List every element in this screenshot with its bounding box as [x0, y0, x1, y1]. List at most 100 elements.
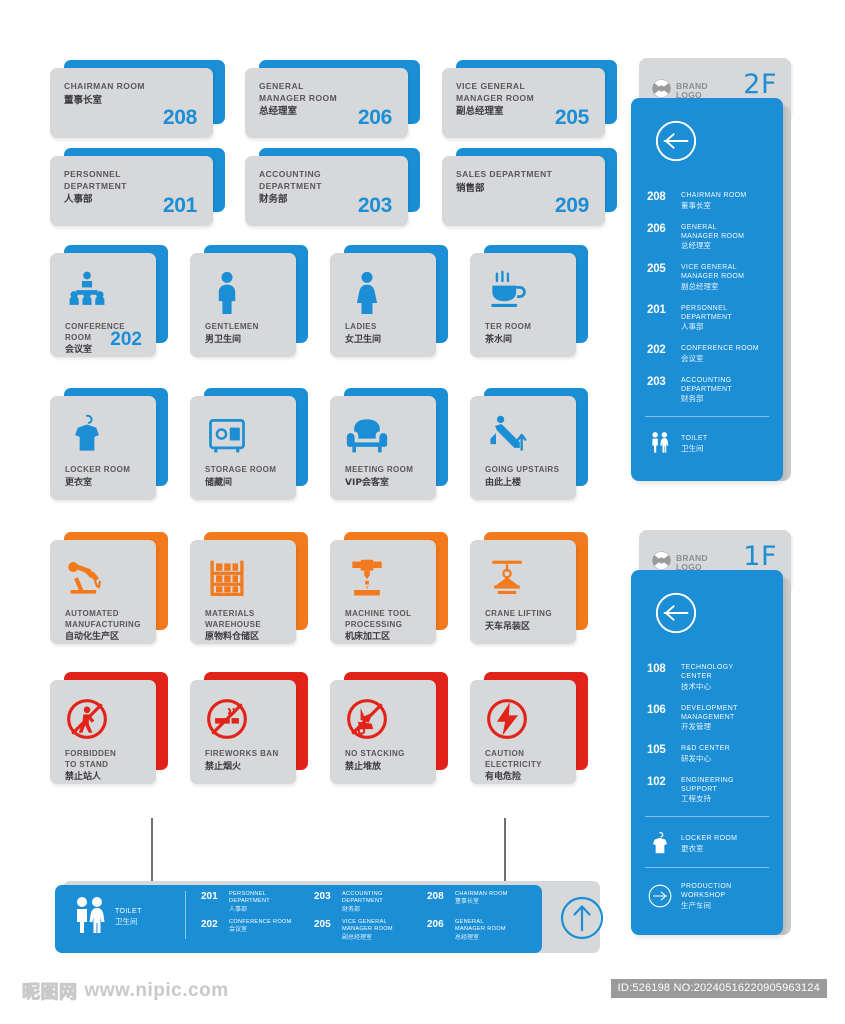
- directory-extra-en: LOCKER ROOM: [681, 835, 738, 843]
- no-stacking-icon: [345, 693, 436, 745]
- plate-face: STORAGE ROOM 储藏间: [190, 396, 296, 500]
- no-standing-icon: [65, 693, 156, 745]
- arrow-left-circle-icon: [653, 590, 783, 641]
- directory-room-number: 106: [647, 703, 666, 716]
- icon-plate-label-cn: 原物料仓储区: [205, 632, 260, 642]
- directory-separator: [645, 816, 769, 817]
- plate-face: CHAIRMAN ROOM 董事长室 208: [50, 68, 213, 138]
- icon-plate-number: 202: [110, 329, 142, 350]
- icon-plate: AUTOMATED MANUFACTURING 自动化生产区: [50, 532, 168, 644]
- watermark: 昵图网 www.nipic.com: [22, 978, 229, 1004]
- directory-room-cn: 工程支持: [681, 794, 711, 803]
- hanging-sign-entry: 201 PERSONNEL DEPARTMENT 人事部: [201, 891, 310, 916]
- directory-row: 106 DEVELOPMENT MANAGEMENT 开发管理: [647, 704, 771, 733]
- tower-body: 208 CHAIRMAN ROOM 董事长室 206 GENERAL MANAGE…: [631, 98, 783, 481]
- directory-room-en: R&D CENTER: [681, 745, 731, 752]
- hanging-entry-number: 205: [314, 919, 331, 930]
- watermark-url: www.nipic.com: [84, 980, 229, 1001]
- directory-room-cn: 人事部: [681, 322, 704, 331]
- plate-face: FIREWORKS BAN 禁止烟火: [190, 680, 296, 784]
- hanging-entry-cn: 会议室: [229, 926, 248, 934]
- tower-body: 108 TECHNOLOGY CENTER 技术中心 106 DEVELOPMEN…: [631, 570, 783, 935]
- icon-plate-label-en: GENTLEMEN: [205, 322, 259, 331]
- plate-face: CONFERENCE ROOM 会议室 202: [50, 253, 156, 357]
- woman-icon: [345, 266, 436, 318]
- directory-icon-row: PRODUCTION WORKSHOP 生产车间: [631, 882, 783, 911]
- directory-room-number: 203: [647, 375, 666, 388]
- warehouse-rack-icon: [205, 553, 296, 605]
- directory-row: 205 VICE GENERAL MANAGER ROOM 副总经理室: [647, 263, 771, 292]
- room-plate-number: 205: [554, 106, 589, 129]
- directory-icon-row: TOILET 卫生间: [631, 431, 783, 457]
- plate-face: CAUTION ELECTRICITY 有电危险: [470, 680, 576, 784]
- plate-face: MEETING ROOM VIP会客室: [330, 396, 436, 500]
- hanging-entry-number: 206: [427, 919, 444, 930]
- room-plate-label-en: SALES DEPARTMENT: [456, 169, 553, 179]
- directory-room-en: ENGINEERING SUPPORT: [681, 776, 734, 793]
- room-plate-label-en: VICE GENERAL MANAGER ROOM: [456, 81, 535, 103]
- icon-plate-label-cn: 禁止堆放: [345, 761, 382, 772]
- plate-face: SALES DEPARTMENT 销售部 209: [442, 156, 605, 226]
- room-plate-number: 201: [162, 194, 197, 217]
- directory-room-number: 206: [647, 222, 666, 235]
- directory-row: 206 GENERAL MANAGER ROOM 总经理室: [647, 223, 771, 252]
- icon-plate-label-en: FIREWORKS BAN: [205, 749, 279, 758]
- toilet-pair-icon: [647, 431, 681, 457]
- icon-plate-label-en: CRANE LIFTING: [485, 609, 552, 618]
- robot-arm-icon: [65, 553, 156, 605]
- no-fireworks-icon: [205, 693, 296, 745]
- directory-extra-en: TOILET: [681, 435, 708, 443]
- icon-plate-label-en: GOING UPSTAIRS: [485, 465, 560, 474]
- icon-plate-label-en: NO STACKING: [345, 749, 405, 758]
- plate-face: ACCOUNTING DEPARTMENT 财务部 203: [245, 156, 408, 226]
- icon-plate: NO STACKING 禁止堆放: [330, 672, 448, 784]
- hanging-sign-entry: 206 GENERAL MANAGER ROOM 总经理室: [427, 919, 536, 944]
- hanging-directory-sign: TOILET 卫生间 201 PERSONNEL DEPARTMENT 人事部 2…: [55, 881, 604, 953]
- arrow-right-circle-icon: [647, 883, 681, 909]
- tower-floor-label: 1F: [743, 541, 777, 572]
- directory-row: 105 R&D CENTER 研发中心: [647, 744, 771, 764]
- icon-plate: CRANE LIFTING 天车吊装区: [470, 532, 588, 644]
- plate-face: LOCKER ROOM 更衣室: [50, 396, 156, 500]
- directory-room-cn: 开发管理: [681, 722, 711, 731]
- room-plate: SALES DEPARTMENT 销售部 209: [442, 148, 617, 226]
- toilet-pair-icon: [73, 895, 107, 940]
- hanging-entry-number: 202: [201, 919, 218, 930]
- plate-face: GENERAL MANAGER ROOM 总经理室 206: [245, 68, 408, 138]
- room-plate: VICE GENERAL MANAGER ROOM 副总经理室 205: [442, 60, 617, 138]
- plate-face: GENTLEMEN 男卫生间: [190, 253, 296, 357]
- icon-plate-label-cn: 机床加工区: [345, 632, 391, 642]
- hanging-entry-cn: 董事长室: [455, 898, 480, 906]
- directory-room-cn: 总经理室: [681, 241, 711, 250]
- directory-room-en: CHAIRMAN ROOM: [681, 192, 747, 199]
- hanging-sign-entry: 203 ACCOUNTING DEPARTMENT 财务部: [314, 891, 423, 916]
- room-plate: GENERAL MANAGER ROOM 总经理室 206: [245, 60, 420, 138]
- hanging-entry-cn: 副总经理室: [342, 933, 373, 941]
- tower-floor-label: 2F: [743, 69, 777, 100]
- locker-shirt-icon: [65, 409, 156, 461]
- directory-row: 201 PERSONNEL DEPARTMENT 人事部: [647, 304, 771, 333]
- directory-room-en: TECHNOLOGY CENTER: [681, 664, 734, 680]
- hanging-entry-en: PERSONNEL DEPARTMENT: [229, 891, 271, 905]
- room-plate-number: 203: [357, 194, 392, 217]
- room-plate-number: 209: [554, 194, 589, 217]
- icon-plate: GENTLEMEN 男卫生间: [190, 245, 308, 357]
- watermark-cn: 昵图网: [22, 982, 78, 1004]
- hanging-entry-en: ACCOUNTING DEPARTMENT: [342, 891, 384, 905]
- hanging-toilet-label-en: TOILET: [115, 908, 142, 915]
- directory-room-cn: 财务部: [681, 394, 704, 403]
- plate-face: AUTOMATED MANUFACTURING 自动化生产区: [50, 540, 156, 644]
- directory-room-cn: 副总经理室: [681, 281, 719, 291]
- icon-plate-label-en: MACHINE TOOL PROCESSING: [345, 609, 412, 629]
- plate-face: PERSONNEL DEPARTMENT 人事部 201: [50, 156, 213, 226]
- plate-face: NO STACKING 禁止堆放: [330, 680, 436, 784]
- directory-room-en: GENERAL MANAGER ROOM: [681, 223, 745, 240]
- room-plate-label-en: ACCOUNTING DEPARTMENT: [259, 169, 322, 191]
- room-plate-label-cn: 董事长室: [64, 94, 103, 106]
- icon-plate: CAUTION ELECTRICITY 有电危险: [470, 672, 588, 784]
- icon-plate-label-cn: 禁止烟火: [205, 761, 242, 772]
- room-plate-label-cn: 销售部: [456, 182, 485, 194]
- conference-people-icon: [65, 266, 156, 318]
- icon-plate-label-cn: 储藏间: [205, 477, 233, 488]
- crane-icon: [485, 553, 576, 605]
